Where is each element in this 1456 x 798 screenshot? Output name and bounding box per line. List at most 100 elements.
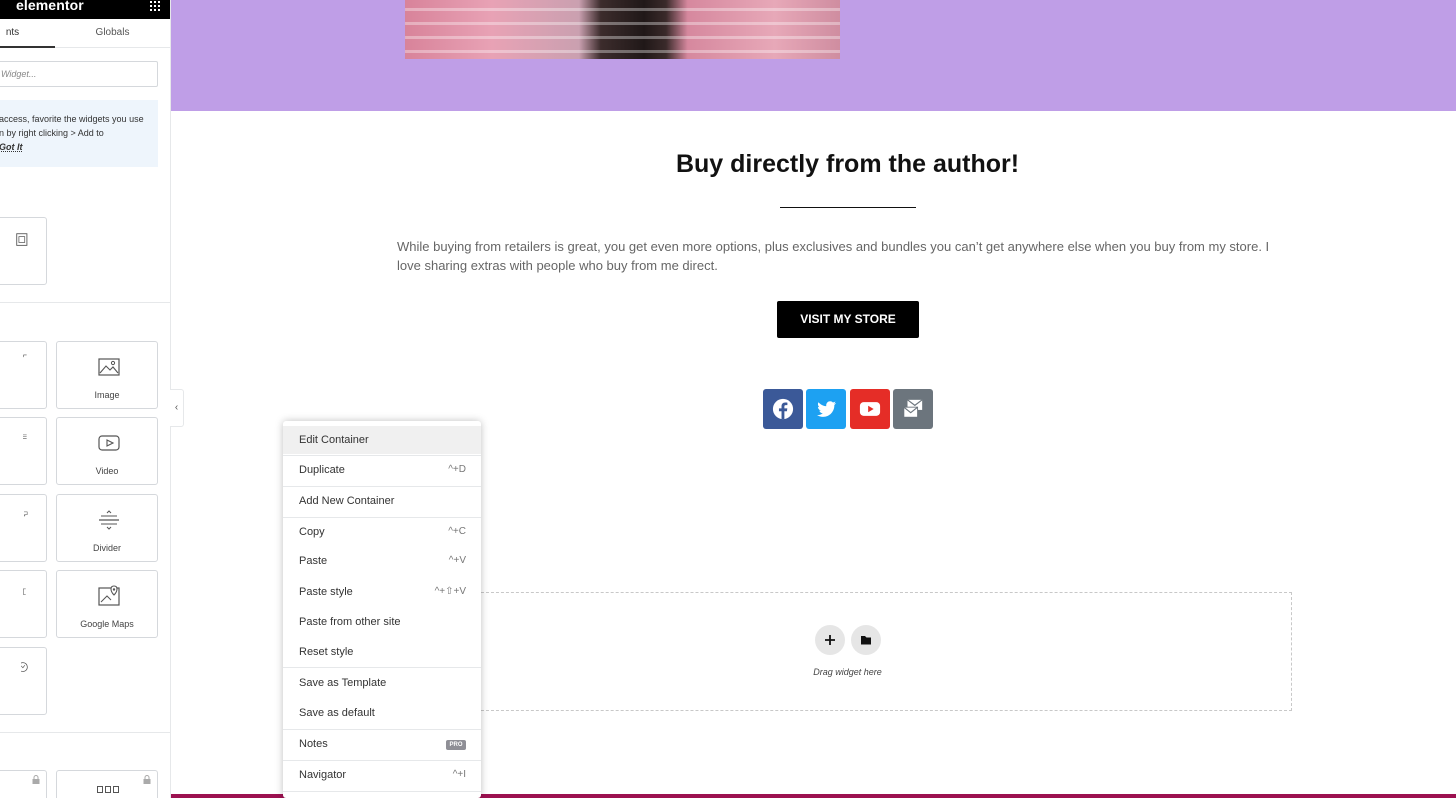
widget-spacer[interactable]: cer (0, 570, 47, 638)
tab-elements[interactable]: nts (0, 19, 55, 48)
photo-stripe (405, 8, 840, 11)
widget-text-editor[interactable]: ditor (0, 417, 47, 485)
menu-item-label: Notes (299, 738, 328, 750)
facebook-icon (772, 398, 794, 420)
widget-label: Google Maps (80, 619, 134, 629)
panel-header: elementor (0, 0, 170, 19)
widget-pro-locked[interactable] (0, 770, 47, 798)
heading-icon (23, 354, 27, 358)
widget-label: Image (94, 390, 120, 400)
notice-line-2: n by right clicking > Add to (0, 128, 104, 138)
notice-line-1: access, favorite the widgets you use (0, 114, 144, 124)
text-editor-icon (23, 434, 27, 439)
visit-store-button[interactable]: VISIT MY STORE (777, 301, 919, 338)
youtube-button[interactable] (850, 389, 890, 429)
add-template-button[interactable] (851, 625, 881, 655)
menu-item-shortcut: ^+⇧+V (434, 586, 466, 597)
menu-item-reset-style[interactable]: Reset style (283, 638, 481, 666)
widget-divider[interactable]: Divider (56, 494, 158, 562)
menu-item-label: Paste style (299, 586, 353, 598)
button-icon (24, 511, 28, 517)
facebook-button[interactable] (763, 389, 803, 429)
widget-icon-partial (0, 787, 2, 797)
menu-item-save-as-default[interactable]: Save as default (283, 699, 481, 727)
photo-stripe (405, 36, 840, 39)
menu-item-shortcut: ^+D (448, 464, 466, 475)
widget-button[interactable]: on (0, 494, 47, 562)
menu-item-label: Navigator (299, 769, 347, 781)
menu-item-label: Duplicate (299, 464, 345, 476)
menu-item-edit-container[interactable]: Edit Container (283, 426, 481, 454)
image-icon (98, 358, 120, 376)
hero-section[interactable] (171, 0, 1456, 111)
menu-item-label: Save as default (299, 707, 375, 719)
widget-container[interactable]: iner (0, 217, 47, 285)
grid-menu-icon[interactable] (150, 1, 160, 11)
menu-separator (283, 791, 481, 792)
email-button[interactable] (893, 389, 933, 429)
container-icon (16, 233, 28, 246)
collapse-panel-toggle[interactable]: ‹ (170, 389, 184, 427)
gallery-icon (97, 786, 119, 793)
menu-item-navigator[interactable]: Navigator ^+I (283, 761, 481, 789)
twitter-button[interactable] (806, 389, 846, 429)
menu-item-save-as-template[interactable]: Save as Template (283, 669, 481, 697)
tab-globals[interactable]: Globals (70, 19, 155, 48)
spacer-icon (23, 588, 26, 595)
photo-stripe (405, 50, 840, 53)
author-photo (405, 0, 840, 59)
menu-item-label: Paste from other site (299, 616, 401, 628)
plus-icon (825, 635, 835, 645)
menu-item-paste-style[interactable]: Paste style ^+⇧+V (283, 578, 481, 606)
menu-item-label: Copy (299, 526, 325, 538)
widget-icon[interactable]: n (0, 647, 47, 715)
photo-stripe (405, 22, 840, 25)
widget-video[interactable]: Video (56, 417, 158, 485)
panel-tabs: nts Globals (0, 19, 170, 48)
menu-item-label: Reset style (299, 646, 354, 658)
divider-icon (99, 510, 119, 530)
menu-item-shortcut: ^+V (448, 555, 466, 566)
menu-item-label: Edit Container (299, 434, 369, 446)
elementor-panel: elementor nts Globals Widget... access, … (0, 0, 171, 798)
lock-icon (143, 775, 151, 784)
intro-paragraph: While buying from retailers is great, yo… (397, 239, 1270, 273)
pro-badge: PRO (446, 740, 466, 750)
empty-container-dropzone[interactable] (481, 592, 1292, 711)
menu-item-copy[interactable]: Copy ^+C (283, 518, 481, 546)
video-icon (98, 435, 120, 451)
elementor-logo: elementor (16, 0, 84, 13)
menu-separator (283, 667, 481, 668)
twitter-icon (816, 401, 837, 417)
menu-item-label: Add New Container (299, 495, 395, 507)
menu-item-shortcut: ^+C (448, 526, 466, 537)
menu-item-add-new-container[interactable]: Add New Container (283, 487, 481, 515)
favorites-notice: access, favorite the widgets you use n b… (0, 100, 158, 167)
section-divider (0, 302, 170, 303)
map-icon (98, 585, 120, 606)
envelope-icon (903, 399, 923, 418)
widget-image[interactable]: Image (56, 341, 158, 409)
widget-search-input[interactable]: Widget... (0, 61, 158, 87)
drag-widget-hint: Drag widget here (813, 667, 882, 677)
widget-pro-locked[interactable] (56, 770, 158, 798)
section-divider (0, 732, 170, 733)
lock-icon (32, 775, 40, 784)
context-menu: Edit Container Duplicate ^+D Add New Con… (283, 421, 481, 798)
folder-icon (861, 636, 871, 645)
widget-heading[interactable]: ling (0, 341, 47, 409)
menu-item-duplicate[interactable]: Duplicate ^+D (283, 456, 481, 484)
add-element-button[interactable] (815, 625, 845, 655)
got-it-link[interactable]: Got It (0, 140, 158, 154)
youtube-icon (859, 402, 881, 416)
menu-item-paste[interactable]: Paste ^+V (283, 547, 481, 575)
widget-label: Divider (92, 543, 121, 553)
menu-item-label: Paste (299, 555, 328, 567)
menu-item-notes[interactable]: Notes PRO (283, 730, 481, 758)
menu-item-paste-from-other-site[interactable]: Paste from other site (283, 608, 481, 636)
heading-divider (780, 207, 916, 208)
menu-item-shortcut: ^+I (452, 769, 466, 780)
widget-label: Video (95, 466, 119, 476)
widget-google-maps[interactable]: Google Maps (56, 570, 158, 638)
icon-widget-icon (21, 662, 28, 672)
